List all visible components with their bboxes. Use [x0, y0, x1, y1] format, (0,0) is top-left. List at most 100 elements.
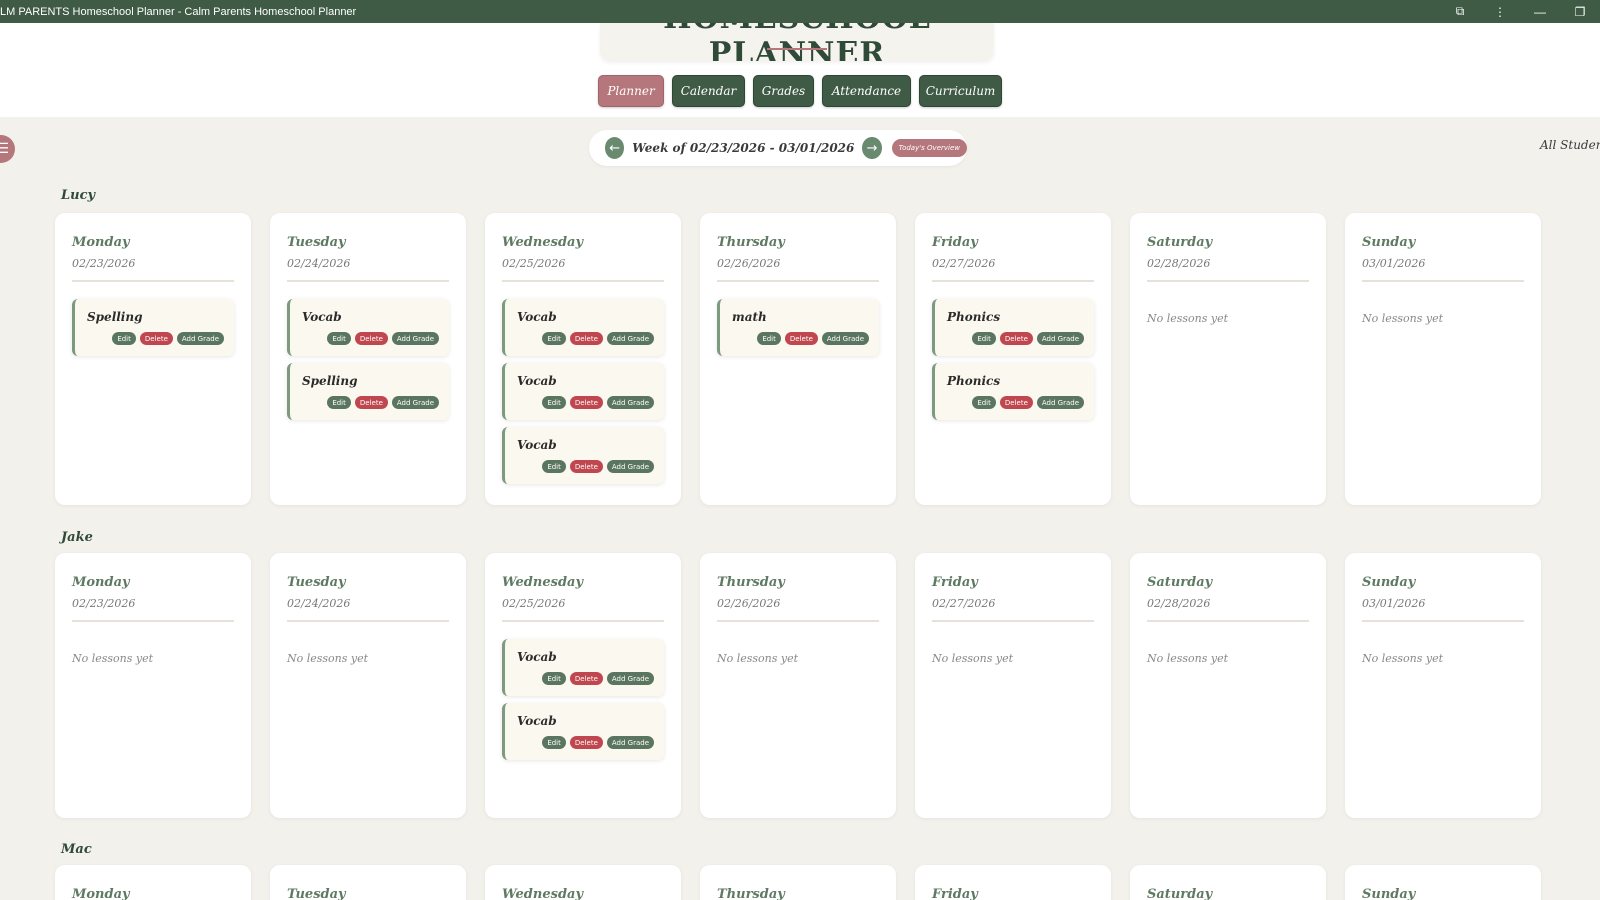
day-card: Tuesday 02/24/2026 Vocab Edit Delete Add Grad… [270, 213, 466, 505]
day-divider [287, 280, 449, 282]
delete-lesson-button[interactable]: Delete [569, 672, 603, 685]
day-name: Monday [72, 575, 130, 590]
day-name: Tuesday [287, 235, 346, 250]
edit-lesson-button[interactable]: Edit [327, 332, 351, 345]
day-name: Saturday [1147, 575, 1213, 590]
lesson-card[interactable]: Vocab Edit Delete Add Grade [502, 363, 664, 420]
tab-attendance[interactable]: Attendance [822, 75, 911, 107]
day-divider [717, 620, 879, 622]
lesson-title: Spelling [302, 374, 358, 388]
day-divider [72, 280, 234, 282]
day-divider [717, 280, 879, 282]
lesson-card[interactable]: Vocab Edit Delete Add Grade [502, 427, 664, 484]
delete-lesson-button[interactable]: Delete [784, 332, 818, 345]
tab-calendar[interactable]: Calendar [672, 75, 745, 107]
edit-lesson-button[interactable]: Edit [972, 396, 996, 409]
logo-card: HOMESCHOOL PLANNER [600, 23, 994, 61]
day-card: Monday [55, 865, 251, 900]
empty-state-text: No lessons yet [287, 652, 369, 665]
restore-icon[interactable]: ❐ [1560, 0, 1600, 23]
day-columns: Monday 02/23/2026 No lessons yet Tuesday 02/… [55, 553, 1541, 818]
edit-lesson-button[interactable]: Edit [327, 396, 351, 409]
next-week-button[interactable]: → [862, 137, 882, 159]
lesson-title: Spelling [87, 310, 143, 324]
day-columns: Monday 02/23/2026 Spelling Edit Delete Add Gr… [55, 213, 1541, 505]
delete-lesson-button[interactable]: Delete [569, 396, 603, 409]
menu-toggle-button[interactable]: ☰ [0, 135, 15, 163]
lesson-card[interactable]: math Edit Delete Add Grade [717, 299, 879, 356]
day-name: Wednesday [502, 887, 584, 900]
add-grade-button[interactable]: Add Grade [1036, 396, 1084, 409]
delete-lesson-button[interactable]: Delete [354, 396, 388, 409]
lesson-card[interactable]: Vocab Edit Delete Add Grade [287, 299, 449, 356]
lesson-actions: Edit Delete Add Grade [542, 460, 654, 473]
delete-lesson-button[interactable]: Delete [139, 332, 173, 345]
add-grade-button[interactable]: Add Grade [176, 332, 224, 345]
lesson-card[interactable]: Phonics Edit Delete Add Grade [932, 363, 1094, 420]
student-filter[interactable]: All Studen [1540, 138, 1600, 152]
extensions-icon[interactable]: ⧉ [1440, 0, 1480, 23]
lesson-card[interactable]: Spelling Edit Delete Add Grade [287, 363, 449, 420]
day-card: Friday 02/27/2026 Phonics Edit Delete Add Gra… [915, 213, 1111, 505]
empty-state-text: No lessons yet [717, 652, 799, 665]
day-card: Wednesday 02/25/2026 Vocab Edit Delete Add Gr… [485, 553, 681, 818]
edit-lesson-button[interactable]: Edit [542, 736, 566, 749]
lesson-card[interactable]: Vocab Edit Delete Add Grade [502, 639, 664, 696]
add-grade-button[interactable]: Add Grade [1036, 332, 1084, 345]
day-date: 02/24/2026 [287, 597, 351, 610]
lesson-card[interactable]: Vocab Edit Delete Add Grade [502, 299, 664, 356]
delete-lesson-button[interactable]: Delete [569, 332, 603, 345]
student-name: Jake [61, 530, 93, 545]
lesson-title: math [732, 310, 767, 324]
add-grade-button[interactable]: Add Grade [821, 332, 869, 345]
add-grade-button[interactable]: Add Grade [606, 460, 654, 473]
lesson-actions: Edit Delete Add Grade [972, 332, 1084, 345]
day-date: 02/25/2026 [502, 257, 566, 270]
tab-grades[interactable]: Grades [753, 75, 814, 107]
add-grade-button[interactable]: Add Grade [391, 332, 439, 345]
minimize-icon[interactable]: — [1520, 0, 1560, 23]
delete-lesson-button[interactable]: Delete [999, 396, 1033, 409]
more-icon[interactable]: ⋮ [1480, 0, 1520, 23]
add-grade-button[interactable]: Add Grade [606, 396, 654, 409]
lesson-list: Spelling Edit Delete Add Grade [72, 299, 234, 356]
edit-lesson-button[interactable]: Edit [542, 672, 566, 685]
todays-overview-button[interactable]: Today's Overview [891, 139, 967, 157]
edit-lesson-button[interactable]: Edit [542, 460, 566, 473]
delete-lesson-button[interactable]: Delete [569, 460, 603, 473]
day-name: Friday [932, 887, 978, 900]
day-divider [1362, 620, 1524, 622]
week-label: Week of 02/23/2026 - 03/01/2026 [632, 141, 855, 155]
add-grade-button[interactable]: Add Grade [391, 396, 439, 409]
edit-lesson-button[interactable]: Edit [542, 396, 566, 409]
day-card: Friday [915, 865, 1111, 900]
tab-curriculum[interactable]: Curriculum [919, 75, 1002, 107]
delete-lesson-button[interactable]: Delete [999, 332, 1033, 345]
add-grade-button[interactable]: Add Grade [606, 736, 654, 749]
edit-lesson-button[interactable]: Edit [757, 332, 781, 345]
edit-lesson-button[interactable]: Edit [972, 332, 996, 345]
lesson-list: Vocab Edit Delete Add Grade Spelling Edit Dele… [287, 299, 449, 420]
day-card: Wednesday 02/25/2026 Vocab Edit Delete Add Gr… [485, 213, 681, 505]
lesson-card[interactable]: Spelling Edit Delete Add Grade [72, 299, 234, 356]
day-date: 03/01/2026 [1362, 597, 1426, 610]
day-divider [1147, 620, 1309, 622]
day-date: 02/28/2026 [1147, 597, 1211, 610]
day-name: Sunday [1362, 235, 1416, 250]
day-divider [502, 280, 664, 282]
day-card: Sunday 03/01/2026 No lessons yet [1345, 213, 1541, 505]
edit-lesson-button[interactable]: Edit [112, 332, 136, 345]
lesson-card[interactable]: Phonics Edit Delete Add Grade [932, 299, 1094, 356]
lesson-actions: Edit Delete Add Grade [757, 332, 869, 345]
add-grade-button[interactable]: Add Grade [606, 672, 654, 685]
day-name: Tuesday [287, 887, 346, 900]
previous-week-button[interactable]: ← [605, 137, 625, 159]
tab-planner[interactable]: Planner [598, 75, 664, 107]
delete-lesson-button[interactable]: Delete [569, 736, 603, 749]
add-grade-button[interactable]: Add Grade [606, 332, 654, 345]
edit-lesson-button[interactable]: Edit [542, 332, 566, 345]
day-card: Thursday [700, 865, 896, 900]
lesson-title: Vocab [517, 310, 557, 324]
delete-lesson-button[interactable]: Delete [354, 332, 388, 345]
lesson-card[interactable]: Vocab Edit Delete Add Grade [502, 703, 664, 760]
